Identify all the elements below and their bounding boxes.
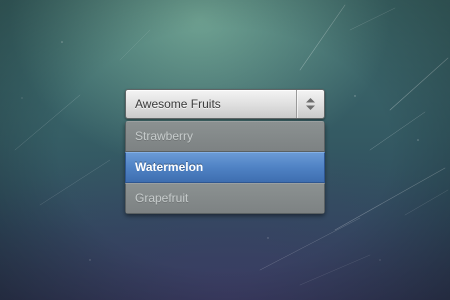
dropdown-toggle[interactable]: [296, 90, 324, 118]
up-down-arrows-icon: [306, 98, 315, 110]
fruit-dropdown: Awesome Fruits Strawberry Watermelon Gra…: [125, 89, 325, 214]
dropdown-selected-label: Awesome Fruits: [135, 97, 221, 111]
option-label: Watermelon: [135, 160, 204, 174]
option-grapefruit[interactable]: Grapefruit: [125, 183, 325, 214]
option-label: Strawberry: [135, 129, 194, 143]
option-strawberry[interactable]: Strawberry: [125, 121, 325, 152]
dropdown-options-list: Strawberry Watermelon Grapefruit: [125, 121, 325, 214]
dropdown-select-button[interactable]: Awesome Fruits: [125, 89, 325, 119]
option-watermelon[interactable]: Watermelon: [125, 152, 325, 183]
option-label: Grapefruit: [135, 191, 189, 205]
